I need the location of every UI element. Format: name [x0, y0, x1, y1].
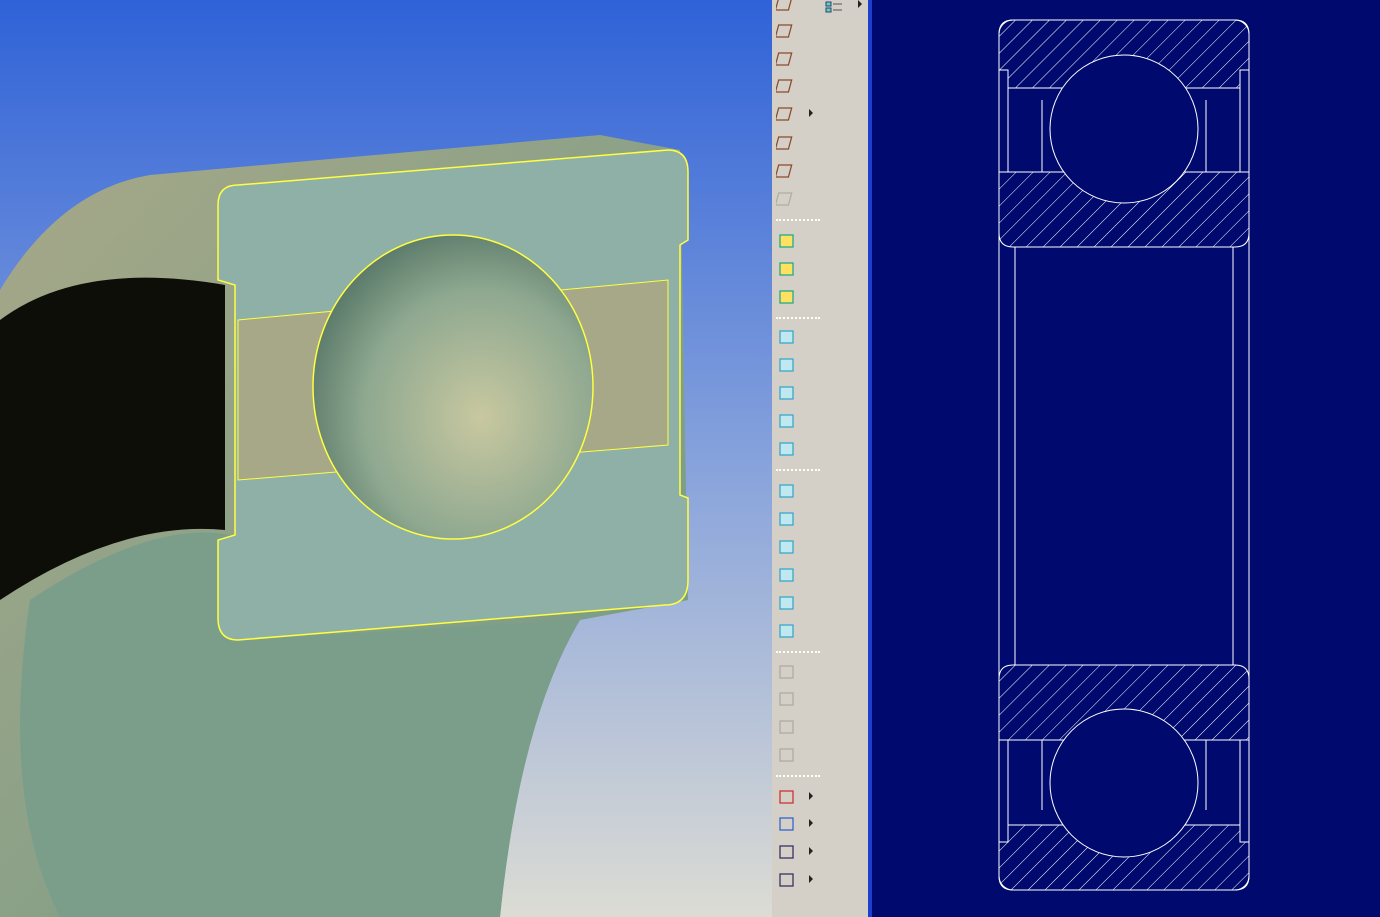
- measure-icon[interactable]: [776, 786, 798, 808]
- line-icon[interactable]: [774, 48, 798, 70]
- symmetry-icon[interactable]: [776, 354, 798, 376]
- fillet-icon[interactable]: [776, 592, 798, 614]
- expand-arrow[interactable]: [809, 109, 813, 117]
- link-icon[interactable]: [774, 188, 798, 210]
- mirror-icon[interactable]: [776, 661, 798, 683]
- points-icon[interactable]: [774, 103, 798, 125]
- toolbar-separator: [776, 775, 820, 777]
- analysis-icon[interactable]: [776, 841, 798, 863]
- translate-icon[interactable]: [776, 716, 798, 738]
- extrude-icon[interactable]: [776, 326, 798, 348]
- sweep-icon[interactable]: [776, 382, 798, 404]
- toolbar-separator: [776, 469, 820, 471]
- expand-arrow[interactable]: [809, 819, 813, 827]
- scale-save-icon[interactable]: [776, 869, 798, 891]
- insert-part-icon[interactable]: [776, 286, 798, 308]
- pocket-icon[interactable]: [776, 480, 798, 502]
- expand-arrow[interactable]: [809, 875, 813, 883]
- toolbar-separator: [776, 651, 820, 653]
- plane-icon[interactable]: [774, 20, 798, 42]
- expand-arrow[interactable]: [809, 847, 813, 855]
- axis-system-icon[interactable]: [774, 132, 798, 154]
- ball[interactable]: [312, 234, 594, 540]
- point-on-surface-icon[interactable]: [774, 160, 798, 182]
- drawing-view[interactable]: [872, 0, 1380, 917]
- curve-icon[interactable]: [774, 0, 798, 15]
- transform-icon[interactable]: [776, 688, 798, 710]
- shell-icon[interactable]: [776, 508, 798, 530]
- draft-icon[interactable]: [776, 536, 798, 558]
- edge-fillet-icon[interactable]: [776, 620, 798, 642]
- info-icon[interactable]: [776, 813, 798, 835]
- toolbar-separator: [776, 219, 820, 221]
- export-part-icon[interactable]: [776, 258, 798, 280]
- toolbar-separator: [776, 317, 820, 319]
- spline-icon[interactable]: [774, 75, 798, 97]
- expand-arrow[interactable]: [858, 0, 862, 8]
- expand-arrow[interactable]: [809, 792, 813, 800]
- pattern-icon[interactable]: [776, 744, 798, 766]
- fill-surface-icon[interactable]: [776, 438, 798, 460]
- vertical-toolbar: [772, 0, 868, 917]
- multi-section-icon[interactable]: [776, 410, 798, 432]
- chamfer-icon[interactable]: [776, 564, 798, 586]
- import-part-icon[interactable]: [776, 230, 798, 252]
- tree-list-icon[interactable]: [824, 0, 844, 14]
- 3d-viewport[interactable]: [0, 0, 772, 917]
